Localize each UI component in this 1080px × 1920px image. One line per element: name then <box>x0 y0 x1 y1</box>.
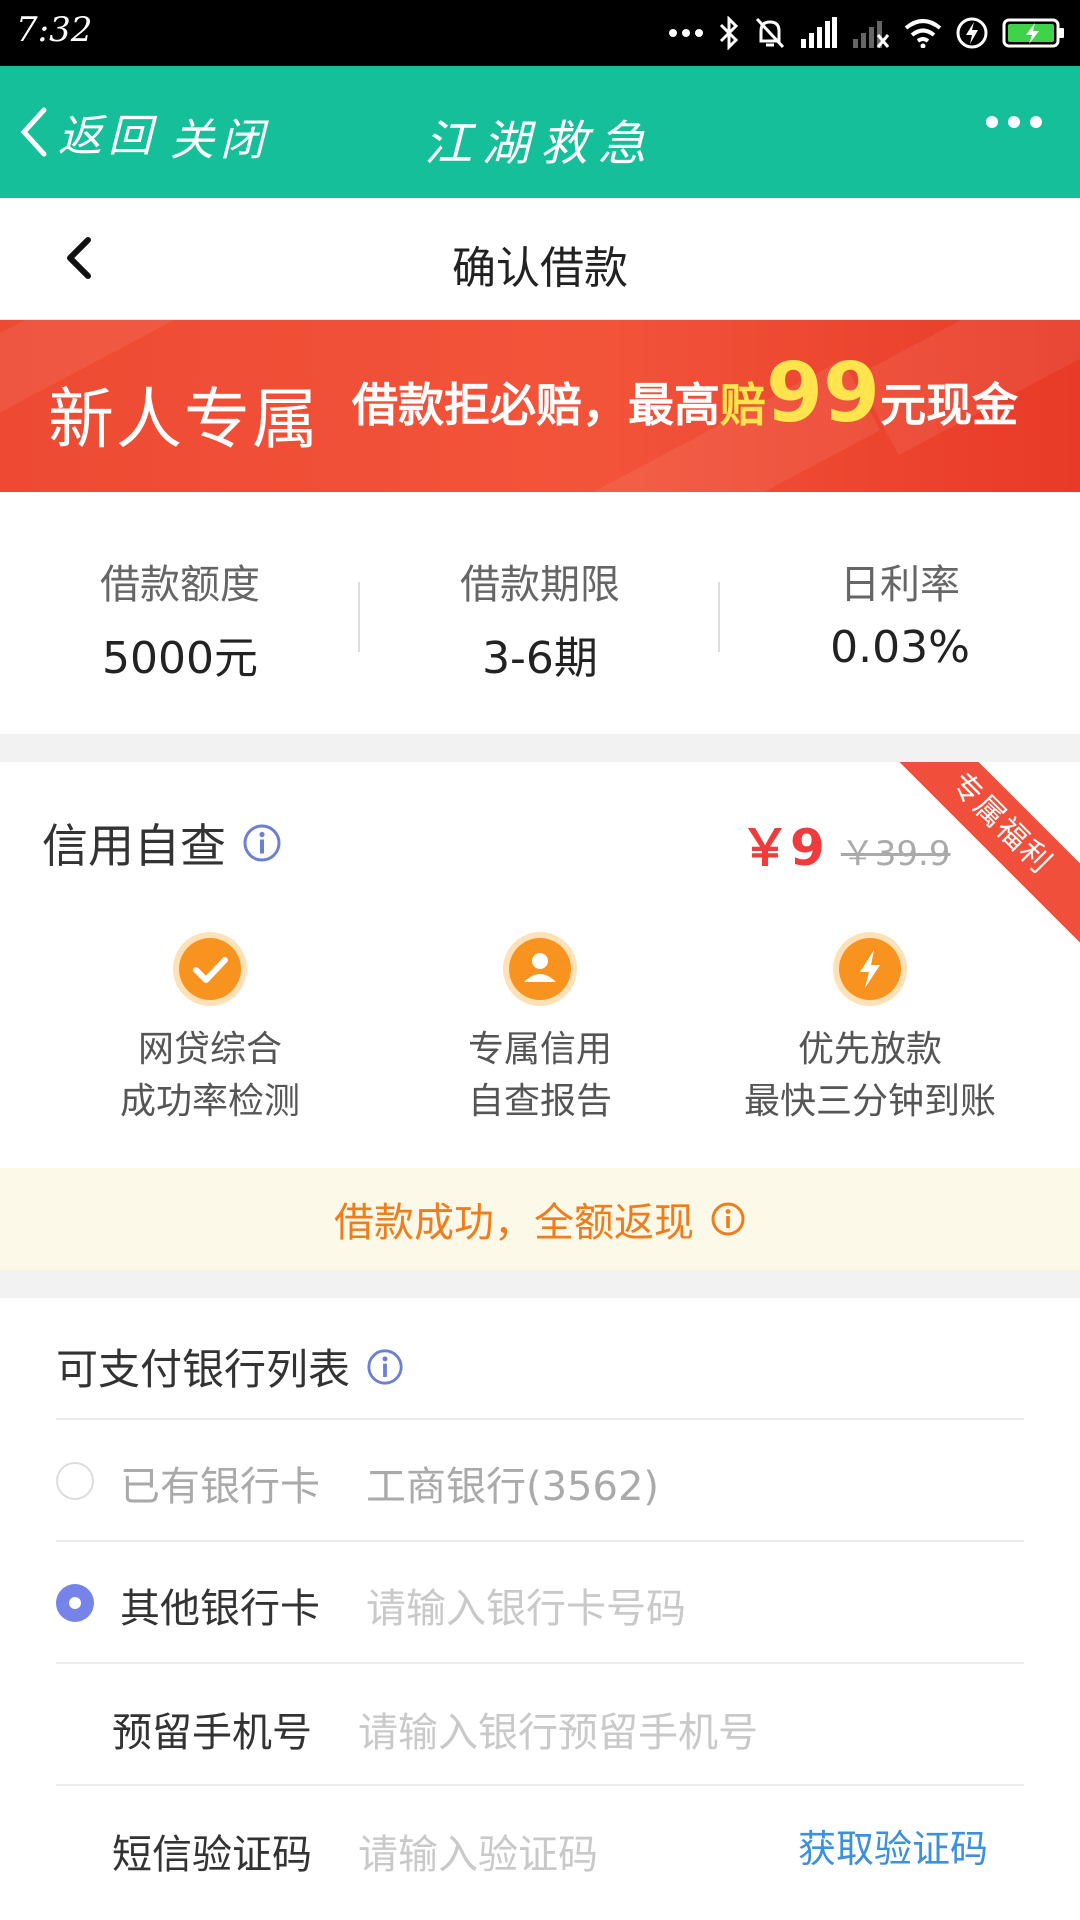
loan-term-value: 3-6期 <box>482 633 598 684</box>
bank-list-title-text: 可支付银行列表 <box>56 1345 351 1394</box>
cashback-text: 借款成功，全额返现 <box>334 1200 694 1246</box>
banner-left-text: 新人专属 <box>48 381 320 458</box>
feature-line1: 网贷综合 <box>137 1029 282 1070</box>
user-icon <box>503 932 577 1006</box>
phone-row: 预留手机号 请输入银行预留手机号 <box>56 1662 1024 1784</box>
loan-term: 借款期限 3-6期 <box>360 552 720 686</box>
feature-line2: 成功率检测 <box>119 1081 300 1122</box>
price-now: ￥9 <box>740 819 825 877</box>
wifi-icon <box>904 19 942 48</box>
loan-amount-value: 5000元 <box>102 633 258 684</box>
check-icon <box>173 932 247 1006</box>
daily-rate-value: 0.03% <box>830 622 970 673</box>
loan-amount: 借款额度 5000元 <box>0 552 360 686</box>
app-title: 江湖救急 <box>423 116 656 172</box>
status-time: 7:32 <box>16 10 93 50</box>
more-dot-icon <box>986 116 998 128</box>
sms-label: 短信验证码 <box>112 1832 312 1878</box>
feature-line2: 自查报告 <box>467 1081 612 1122</box>
more-dot-icon <box>1008 116 1020 128</box>
existing-card-label: 已有银行卡 <box>120 1464 320 1510</box>
banner-text-part2: 赔 <box>720 378 766 432</box>
cashback-notice[interactable]: 借款成功，全额返现 <box>0 1168 1080 1270</box>
more-dots-icon <box>669 29 703 37</box>
feature-line2: 最快三分钟到账 <box>743 1081 996 1122</box>
phone-label: 预留手机号 <box>112 1710 312 1756</box>
existing-card-option[interactable]: 已有银行卡 工商银行(3562) <box>56 1418 1024 1540</box>
page-title: 确认借款 <box>452 243 628 294</box>
page-header: 确认借款 <box>0 198 1080 320</box>
daily-rate-label: 日利率 <box>840 562 960 608</box>
bank-list-section: 可支付银行列表 已有银行卡 工商银行(3562) 其他银行卡 请输入银行卡号码 … <box>0 1298 1080 1920</box>
signal-weak-icon <box>853 21 890 48</box>
get-code-button[interactable]: 获取验证码 <box>798 1818 988 1873</box>
credit-check-title-text: 信用自查 <box>42 819 226 873</box>
feature-fast-payout: 优先放款 最快三分钟到账 <box>690 930 1050 1128</box>
credit-check-title: 信用自查 <box>42 810 282 876</box>
card-number-input[interactable]: 请输入银行卡号码 <box>366 1576 686 1634</box>
banner-amount: 99 <box>766 346 881 441</box>
existing-card-radio[interactable] <box>56 1462 94 1500</box>
banner-slogan: 借款拒必赔，最高 赔 99 元现金 <box>352 346 1019 441</box>
banner-text-part3: 元现金 <box>880 378 1019 432</box>
feature-credit-report: 专属信用 自查报告 <box>360 930 720 1128</box>
more-menu-button[interactable] <box>986 116 1042 128</box>
lightning-icon <box>833 932 907 1006</box>
signal-icon <box>801 17 837 48</box>
other-card-radio[interactable] <box>56 1584 94 1622</box>
promo-banner[interactable]: 新人专属 借款拒必赔，最高 赔 99 元现金 <box>0 320 1080 492</box>
price: ￥9 ￥39.9 <box>740 808 951 880</box>
daily-rate: 日利率 0.03% <box>720 552 1080 673</box>
other-card-label: 其他银行卡 <box>120 1586 320 1632</box>
info-icon[interactable] <box>242 823 282 863</box>
feature-success-rate: 网贷综合 成功率检测 <box>30 930 390 1128</box>
status-bar: 7:32 <box>0 0 1080 66</box>
phone-input[interactable]: 请输入银行预留手机号 <box>358 1700 758 1758</box>
price-old: ￥39.9 <box>840 834 951 874</box>
existing-card-value: 工商银行(3562) <box>366 1464 660 1510</box>
bluetooth-icon <box>719 16 739 50</box>
bank-list-title: 可支付银行列表 <box>56 1336 404 1397</box>
info-icon[interactable] <box>710 1201 746 1237</box>
app-bar: 返回 关闭 江湖救急 <box>0 66 1080 198</box>
mute-bell-icon <box>755 17 785 49</box>
credit-check-card[interactable]: 信用自查 ￥9 ￥39.9 专属福利 网贷综合 成功率检测 专属信用 自查报告 … <box>0 762 1080 1168</box>
status-icons <box>668 12 1066 54</box>
other-card-option[interactable]: 其他银行卡 请输入银行卡号码 <box>56 1540 1024 1662</box>
more-dot-icon <box>1030 116 1042 128</box>
charging-icon <box>956 17 988 49</box>
loan-term-label: 借款期限 <box>460 562 620 608</box>
sms-code-input[interactable]: 请输入验证码 <box>358 1822 598 1880</box>
loan-amount-label: 借款额度 <box>100 562 260 608</box>
feature-line1: 优先放款 <box>797 1029 942 1070</box>
loan-info: 借款额度 5000元 借款期限 3-6期 日利率 0.03% <box>0 492 1080 734</box>
banner-text-part1: 借款拒必赔，最高 <box>352 378 720 432</box>
feature-line1: 专属信用 <box>467 1029 612 1070</box>
battery-icon <box>1002 18 1064 48</box>
sms-row: 短信验证码 请输入验证码 获取验证码 <box>56 1784 1024 1906</box>
info-icon[interactable] <box>366 1348 404 1386</box>
